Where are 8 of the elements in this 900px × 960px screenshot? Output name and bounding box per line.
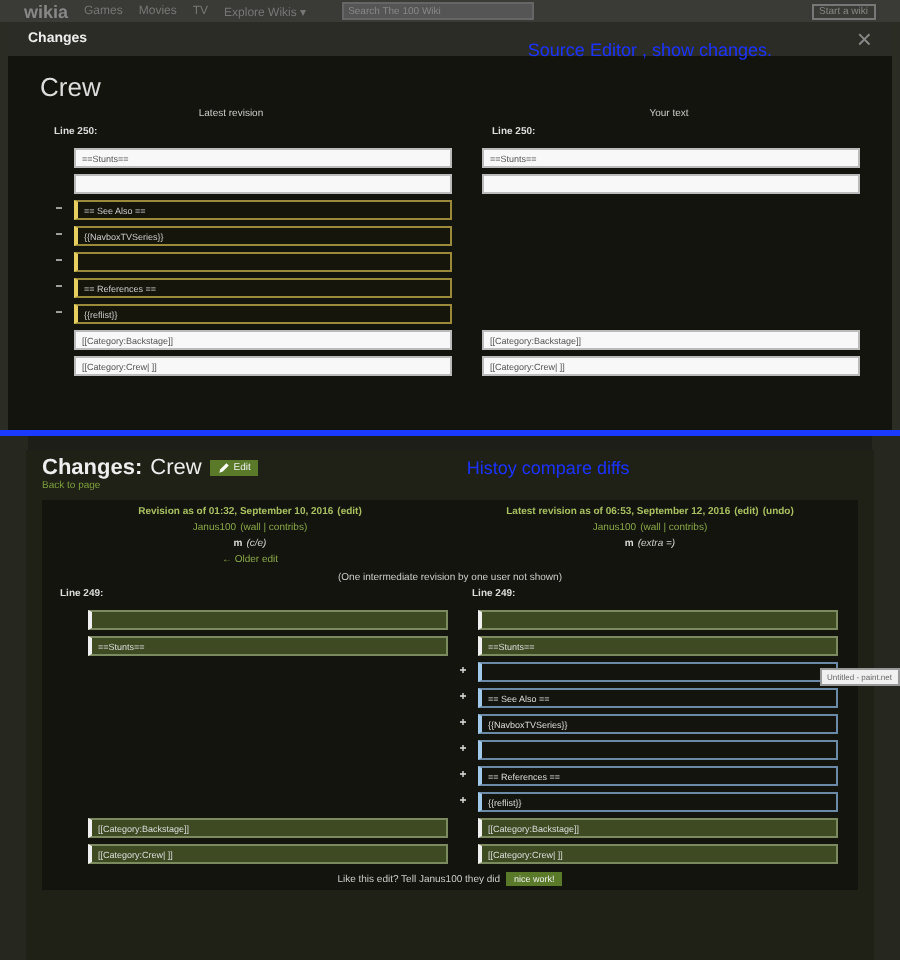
wikia-logo[interactable]: wikia <box>24 1 69 21</box>
pencil-icon <box>217 462 230 474</box>
page-title: Crew <box>40 72 103 102</box>
annotation-text: Source Editor , show changes. <box>527 40 772 60</box>
annotation-text: Histoy compare diffs <box>466 458 630 478</box>
page-title: Crew <box>150 456 202 480</box>
close-button[interactable]: × <box>856 26 872 52</box>
page-heading: Changes: <box>42 456 143 480</box>
